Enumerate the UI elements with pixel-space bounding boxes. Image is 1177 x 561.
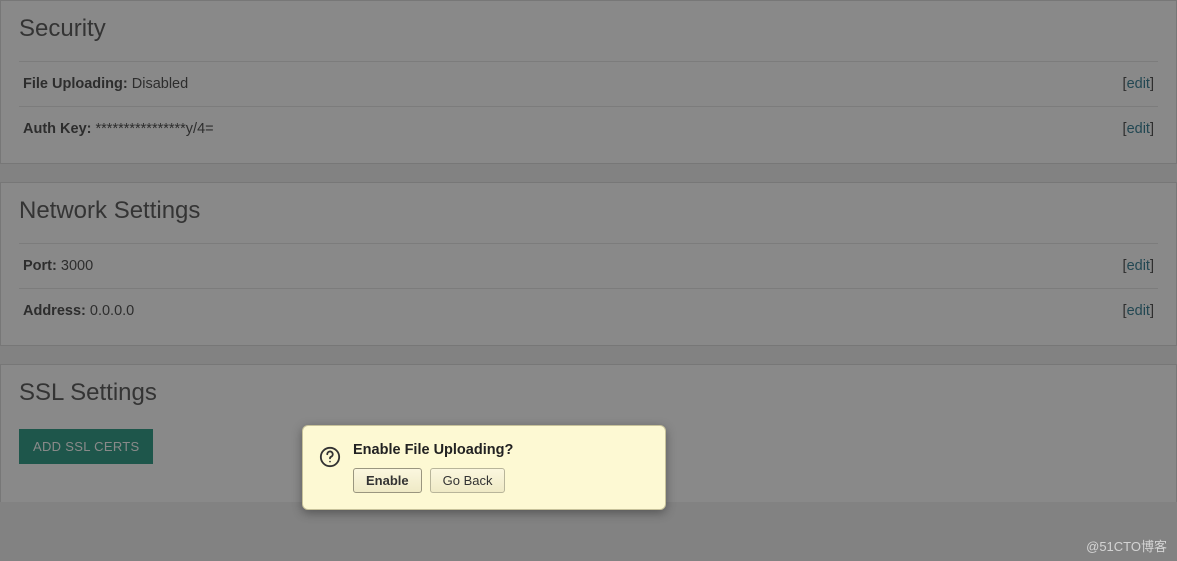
address-edit-link[interactable]: edit [1127,303,1150,319]
address-edit-cell: [edit] [1123,303,1154,319]
question-icon [319,446,341,468]
port-row: Port: 3000 [edit] [19,243,1158,288]
port-edit-link[interactable]: edit [1127,258,1150,274]
port-text: Port: 3000 [23,258,93,274]
add-ssl-certs-button[interactable]: ADD SSL CERTS [19,429,153,464]
auth-key-text: Auth Key: ****************y/4= [23,121,214,137]
security-panel: Security File Uploading: Disabled [edit]… [0,0,1177,164]
address-label: Address: [23,303,86,319]
dialog-title: Enable File Uploading? [353,442,649,458]
go-back-button[interactable]: Go Back [430,468,506,493]
file-uploading-edit-cell: [edit] [1123,76,1154,92]
network-panel: Network Settings Port: 3000 [edit] Addre… [0,182,1177,346]
enable-button[interactable]: Enable [353,468,422,493]
address-row: Address: 0.0.0.0 [edit] [19,288,1158,333]
port-value: 3000 [61,258,93,274]
file-uploading-edit-link[interactable]: edit [1127,76,1150,92]
dialog-buttons: Enable Go Back [353,468,649,493]
file-uploading-text: File Uploading: Disabled [23,76,188,92]
confirm-dialog: Enable File Uploading? Enable Go Back [302,425,666,510]
watermark: @51CTO博客 [1086,536,1167,555]
network-title: Network Settings [19,183,1158,243]
address-text: Address: 0.0.0.0 [23,303,134,319]
security-title: Security [19,1,1158,61]
auth-key-edit-link[interactable]: edit [1127,121,1150,137]
auth-key-row: Auth Key: ****************y/4= [edit] [19,106,1158,151]
file-uploading-value: Disabled [132,76,188,92]
auth-key-value: ****************y/4= [96,121,214,137]
port-label: Port: [23,258,57,274]
file-uploading-label: File Uploading: [23,76,128,92]
port-edit-cell: [edit] [1123,258,1154,274]
file-uploading-row: File Uploading: Disabled [edit] [19,61,1158,106]
address-value: 0.0.0.0 [90,303,134,319]
auth-key-label: Auth Key: [23,121,91,137]
auth-key-edit-cell: [edit] [1123,121,1154,137]
ssl-title: SSL Settings [19,365,1158,425]
